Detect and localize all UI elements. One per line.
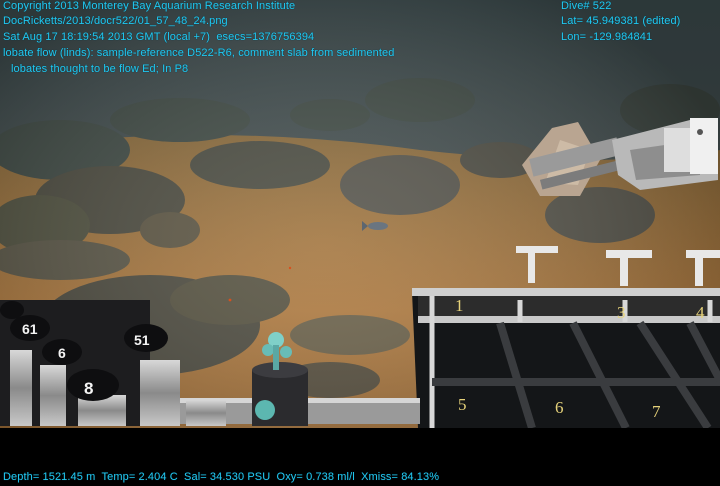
crate-label-3: 3 <box>617 303 626 322</box>
copyright-text: Copyright 2013 Monterey Bay Aquarium Res… <box>3 0 296 12</box>
timestamp-text: Sat Aug 17 18:19:54 2013 GMT (local +7) … <box>3 31 315 43</box>
crate-label-7: 7 <box>652 402 661 421</box>
cap-label-61: 61 <box>22 321 38 337</box>
longitude: Lon= -129.984841 <box>561 31 653 43</box>
cap-label-51: 51 <box>134 332 150 348</box>
latitude: Lat= 45.949381 (edited) <box>561 15 681 27</box>
cap-label-8: 8 <box>84 379 93 398</box>
dive-number: Dive# 522 <box>561 0 612 12</box>
sample-crate: 1 3 4 5 6 7 <box>412 288 720 431</box>
comment-line-1: lobate flow (linds): sample-reference D5… <box>3 47 395 59</box>
comment-line-2: lobates thought to be flow Ed; In P8 <box>11 63 189 75</box>
crate-label-4: 4 <box>696 303 705 322</box>
cap-label-6: 6 <box>58 345 66 361</box>
crate-label-6: 6 <box>555 398 564 417</box>
telemetry-readout: Depth= 1521.45 m Temp= 2.404 C Sal= 34.5… <box>3 471 440 483</box>
filename-text: DocRicketts/2013/docr522/01_57_48_24.png <box>3 15 228 27</box>
crate-label-1: 1 <box>455 296 464 315</box>
crate-label-5: 5 <box>458 395 467 414</box>
